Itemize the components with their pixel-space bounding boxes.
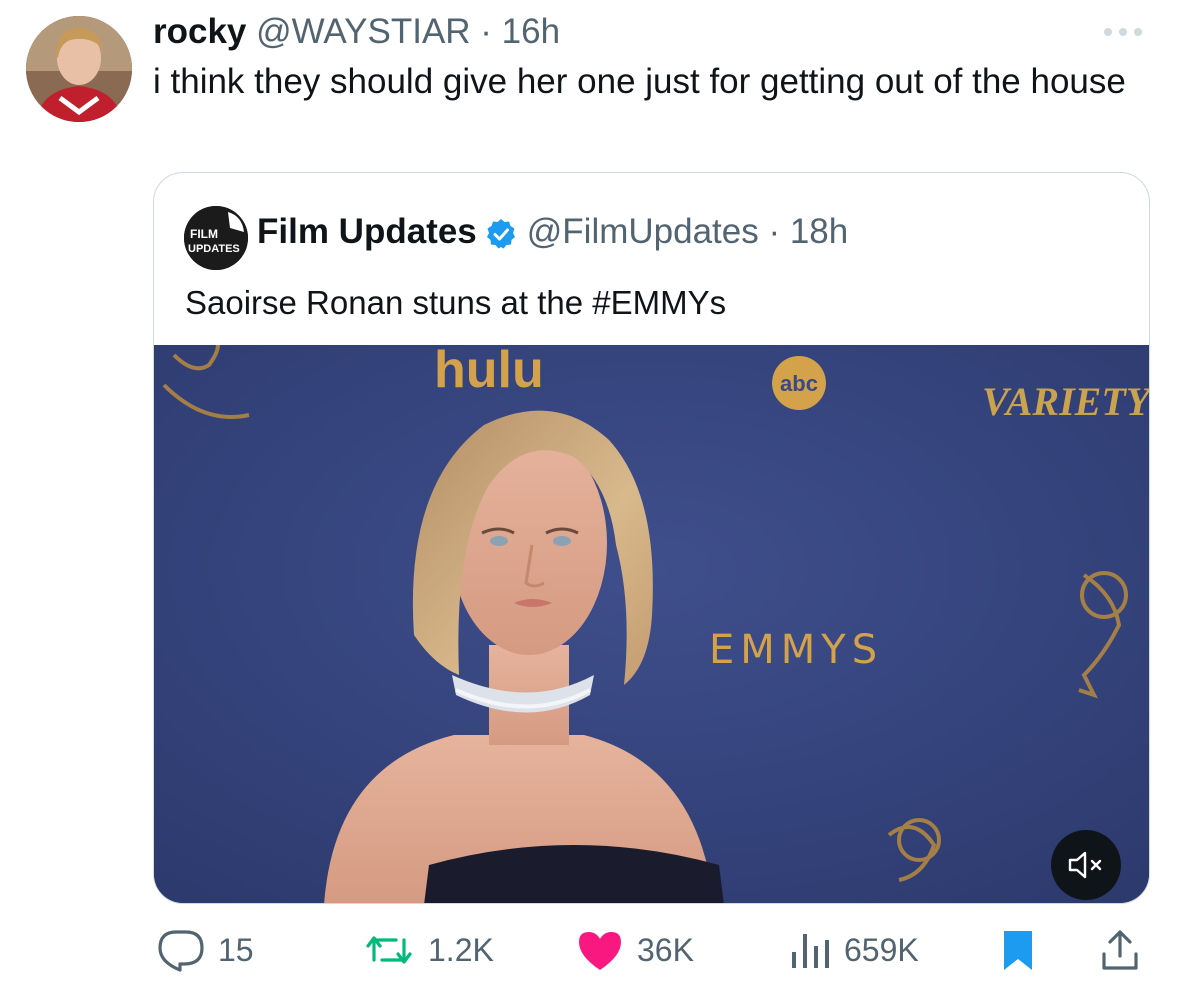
handle-time[interactable]: @WAYSTIAR · 16h <box>256 12 560 51</box>
mute-button[interactable] <box>1051 830 1121 900</box>
quoted-text: Saoirse Ronan stuns at the #EMMYs <box>185 284 727 321</box>
reply-count: 15 <box>218 931 254 968</box>
action-bar: 15 1.2K 36K 659K <box>0 920 1179 980</box>
media-logo-emmys: EMMYS <box>709 627 883 673</box>
quoted-handle-time[interactable]: @FilmUpdates · 18h <box>527 209 848 255</box>
media-logo-variety: VARIETY <box>982 379 1150 424</box>
media-logo-abc: abc <box>780 371 818 396</box>
bookmark-button[interactable] <box>1000 920 1048 980</box>
repost-icon <box>366 936 412 964</box>
tweet-header: rocky @WAYSTIAR · 16h <box>153 10 560 54</box>
views-button[interactable]: 659K <box>788 920 919 980</box>
quoted-display-name[interactable]: Film Updates <box>257 209 477 255</box>
views-count: 659K <box>844 931 919 968</box>
views-icon <box>792 934 829 968</box>
reply-button[interactable]: 15 <box>156 920 254 980</box>
repost-count: 1.2K <box>428 931 494 968</box>
more-icon[interactable] <box>1100 20 1146 44</box>
share-icon <box>1102 930 1138 970</box>
quoted-tweet[interactable]: FILM UPDATES Film Updates @FilmUpdates ·… <box>153 172 1150 904</box>
bookmark-icon <box>1004 931 1032 970</box>
media-logo-hulu: hulu <box>434 345 544 399</box>
repost-button[interactable]: 1.2K <box>362 920 494 980</box>
tweet-text: i think they should give her one just fo… <box>153 62 1126 101</box>
display-name[interactable]: rocky <box>153 12 246 51</box>
like-button[interactable]: 36K <box>575 920 694 980</box>
verified-icon <box>485 216 517 249</box>
quoted-avatar-text-2: UPDATES <box>188 243 240 255</box>
share-button[interactable] <box>1098 920 1154 980</box>
quoted-header: Film Updates @FilmUpdates · 18h <box>257 209 848 255</box>
mute-icon <box>1068 851 1102 879</box>
quoted-avatar[interactable]: FILM UPDATES <box>184 206 248 270</box>
reply-icon <box>158 930 204 972</box>
user-avatar[interactable] <box>26 16 132 122</box>
quoted-video[interactable]: hulu abc VARIETY EMMYS <box>154 345 1150 903</box>
like-icon <box>579 932 621 970</box>
quoted-avatar-text-1: FILM <box>190 227 218 241</box>
like-count: 36K <box>637 931 694 968</box>
